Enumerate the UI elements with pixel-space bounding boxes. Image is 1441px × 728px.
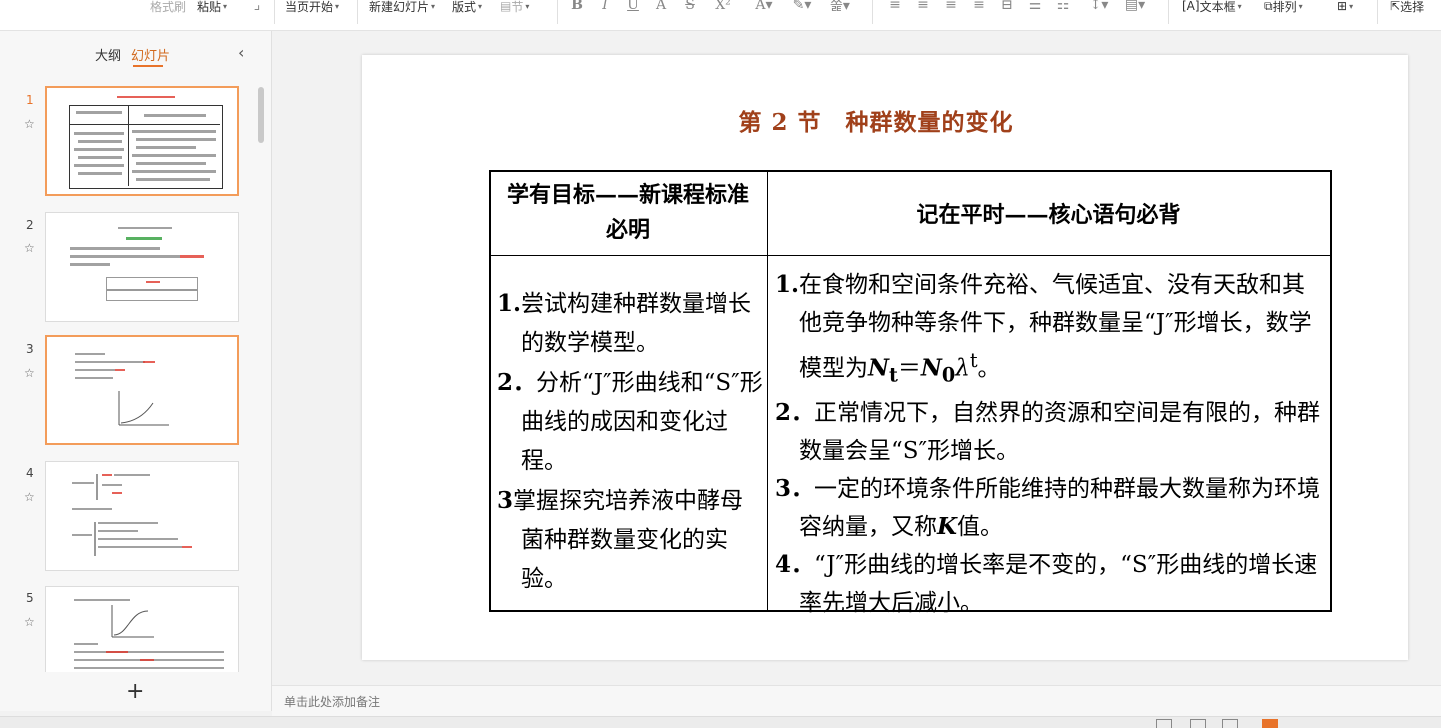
text-box-button[interactable]: [A] 文本框 ▾ [1182,0,1242,16]
slide-star-icon[interactable]: ☆ [24,366,35,380]
header-right-cell: 记在平时——核心语句必背 [916,202,1181,228]
clipboard-expand-icon[interactable]: ⌟ [248,0,266,15]
slides-pane: 大纲 幻灯片 ‹ 1 ☆ 2 ☆ 3 ☆ 4 ☆ 5 ☆ + [0,31,272,711]
highlight-icon[interactable]: ✎▾ [790,0,814,15]
pane-scrollbar[interactable] [258,87,264,143]
notes-pane[interactable]: 单击此处添加备注 [272,685,1441,716]
select-icon: ⇱ [1390,0,1401,13]
table-row-divider [491,255,1330,256]
slide-thumbnail-3[interactable] [45,335,239,445]
slide-star-icon[interactable]: ☆ [24,615,35,629]
table-column-divider [767,172,768,610]
collapse-pane-icon[interactable]: ‹ [238,43,244,62]
slide-editing-area: 第 2 节 种群数量的变化 学有目标——新课程标准必明 记在平时——核心语句必背… [272,31,1441,684]
select-button[interactable]: ⇱ 选择 [1390,0,1424,16]
slide-title[interactable]: 第 2 节 种群数量的变化 [272,103,1441,137]
objectives-table[interactable]: 学有目标——新课程标准必明 记在平时——核心语句必背 1.尝试构建种群数量增长的… [489,170,1332,616]
slide-number: 4 [26,466,34,480]
align-left-icon[interactable]: ≡ [886,0,904,15]
thumb-table [69,105,223,189]
tab-outline[interactable]: 大纲 [95,45,121,64]
thumb-s-curve [111,605,154,638]
active-tab-indicator [133,65,163,67]
new-slide-button[interactable]: 新建幻灯片 ▾ [369,0,435,16]
slide-thumbnail-2[interactable] [45,212,239,322]
layout-button[interactable]: 版式 ▾ [452,0,482,16]
tab-slides[interactable]: 幻灯片 [131,45,170,64]
arrange-button[interactable]: ⧉ 排列 ▾ [1264,0,1303,16]
slide-number: 5 [26,591,34,605]
phonetic-icon[interactable]: 쫉▾ [828,0,852,15]
toolbar-divider [357,0,358,24]
objective-item-3: 3掌握探究培养液中酵母菌种群数量变化的实验。 [497,487,744,592]
objective-item-1: 1.尝试构建种群数量增长的数学模型。 [497,290,752,356]
text-box-icon: [A] [1182,0,1200,13]
key-point-item-4: 4．“J″形曲线的增长率是不变的，“S″形曲线的增长速率先增大后减小。 [775,551,1318,617]
shape-style-button[interactable]: ⊞ ▾ [1337,0,1353,16]
current-start-button[interactable]: 当页开始 ▾ [285,0,339,16]
slide-thumbnail-4[interactable] [45,461,239,571]
objective-item-2: 2．分析“J″形曲线和“S″形曲线的成因和变化过程。 [497,369,763,474]
align-center-icon[interactable]: ≡ [914,0,932,15]
slide-number: 3 [26,342,34,356]
distribute-icon[interactable]: ⊟ [998,0,1016,15]
arrange-icon: ⧉ [1264,0,1273,13]
slide-thumbnail-5[interactable] [45,586,239,672]
thumb-j-curve [118,391,169,426]
section-icon: ▤ [500,0,512,13]
strikethrough-icon[interactable]: S [681,0,699,15]
paragraph-icon[interactable]: ▤▾ [1123,0,1147,15]
format-painter-button[interactable]: 格式刷 [150,0,186,16]
key-points-list: 1.在食物和空间条件充裕、气候适宜、没有天敌和其他竞争物种等条件下，种群数量呈“… [775,266,1325,622]
font-color-icon[interactable]: A▾ [752,0,776,15]
paste-button[interactable]: 粘贴 ▾ [197,0,227,16]
text-shadow-icon[interactable]: A [652,0,670,15]
slide-thumbnail-1[interactable] [45,86,239,196]
italic-icon[interactable]: I [596,0,614,15]
current-slide[interactable]: 第 2 节 种群数量的变化 学有目标——新课程标准必明 记在平时——核心语句必背… [362,55,1408,660]
align-right-icon[interactable]: ≡ [942,0,960,15]
notes-placeholder[interactable]: 单击此处添加备注 [284,693,380,710]
bullets-icon[interactable]: ☰ [1026,0,1044,15]
slide-star-icon[interactable]: ☆ [24,490,35,504]
key-point-item-1: 1.在食物和空间条件充裕、气候适宜、没有天敌和其他竞争物种等条件下，种群数量呈“… [775,271,1312,387]
numbering-icon[interactable]: ☷ [1054,0,1072,15]
toolbar-divider [557,0,558,24]
toolbar-divider [274,0,275,24]
underline-icon[interactable]: U [624,0,642,15]
shape-style-icon: ⊞ [1337,0,1348,13]
key-point-item-2: 2．正常情况下，自然界的资源和空间是有限的，种群数量会呈“S″形增长。 [775,399,1321,465]
header-left-cell: 学有目标——新课程标准必明 [506,182,749,243]
pane-tabs: 大纲 幻灯片 ‹ [0,43,271,67]
ribbon-toolbar: 格式刷 粘贴 ▾ ⌟ 当页开始 ▾ 新建幻灯片 ▾ 版式 ▾ ▤ 节 ▾ B I U A S… [0,0,1441,31]
justify-icon[interactable]: ≡ [970,0,988,15]
objectives-list: 1.尝试构建种群数量增长的数学模型。 2．分析“J″形曲线和“S″形曲线的成因和… [497,284,765,599]
superscript-icon[interactable]: X² [711,0,735,15]
slide-star-icon[interactable]: ☆ [24,241,35,255]
slide-number: 1 [26,93,34,107]
toolbar-divider [872,0,873,24]
line-spacing-icon[interactable]: ↕▾ [1087,0,1111,15]
toolbar-divider [1168,0,1169,24]
section-button[interactable]: ▤ 节 ▾ [500,0,529,16]
toolbar-divider [1377,0,1378,24]
slide-number: 2 [26,218,34,232]
slide-star-icon[interactable]: ☆ [24,117,35,131]
status-bar [0,716,1441,728]
bold-icon[interactable]: B [568,0,586,15]
add-slide-button[interactable]: + [126,679,144,704]
key-point-item-3: 3．一定的环境条件所能维持的种群最大数量称为环境容纳量，又称K值。 [775,475,1321,541]
